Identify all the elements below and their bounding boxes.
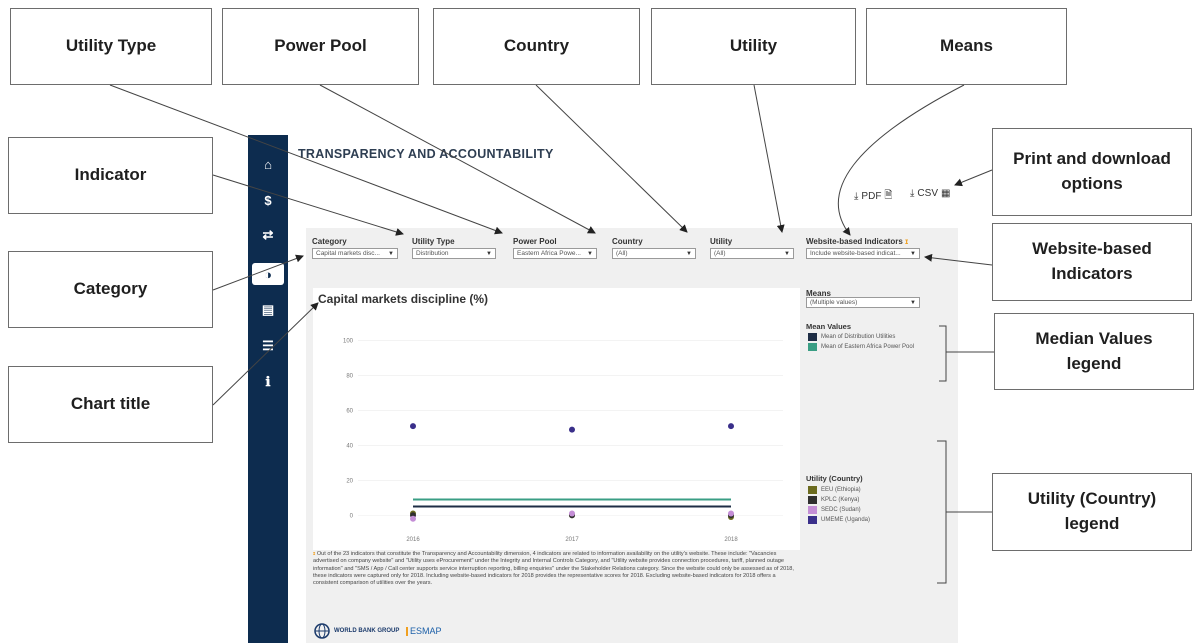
callout-utility-country-legend: Utility (Country) legend [992,473,1192,551]
pdf-download-button[interactable]: ⤓ PDF 🗎 [854,188,892,205]
info-marker-icon: ɪ [905,237,909,246]
chevron-down-icon: ▼ [388,250,394,257]
x-tick-label: 2018 [724,537,738,543]
sidebar: ⌂ $ ⇄ ◑ ▤ ☰ ℹ [248,135,288,643]
chevron-down-icon: ▼ [486,250,492,257]
legend-swatch [808,486,817,494]
y-tick-label: 20 [346,478,353,484]
download-icon: ⤓ [910,188,915,199]
chevron-down-icon: ▼ [910,299,916,306]
legend-item-eeu: EEU (Ethiopia) [808,486,861,494]
country-filter-label: Country [612,237,643,246]
document-icon[interactable]: ▤ [248,299,288,321]
data-point [569,510,575,517]
x-tick-label: 2017 [565,537,579,543]
data-point [728,423,734,430]
y-tick-label: 60 [346,408,353,414]
y-tick-label: 0 [350,513,354,519]
callout-chart-title: Chart title [8,366,213,443]
legend-swatch [808,333,817,341]
legend-item-sedc: SEDC (Sudan) [808,506,861,514]
y-tick-label: 80 [346,373,353,379]
data-point [728,510,734,517]
callout-utility: Utility [651,8,856,85]
chevron-down-icon: ▼ [587,250,593,257]
callout-print-download: Print and download options [992,128,1192,216]
world-bank-logo: WORLD BANK GROUP [314,623,399,639]
list-icon[interactable]: ☰ [248,335,288,357]
utility-country-legend-title: Utility (Country) [806,474,863,483]
legend-swatch [808,343,817,351]
callout-power-pool: Power Pool [222,8,419,85]
footnote: ɪ Out of the 23 indicators that constitu… [313,551,794,587]
country-select[interactable]: (All) ▼ [612,248,696,259]
dollar-icon[interactable]: $ [248,189,288,211]
means-select[interactable]: (Multiple values) ▼ [806,297,920,308]
utility-select[interactable]: (All) ▼ [710,248,794,259]
shuffle-icon[interactable]: ⇄ [248,224,288,246]
utility-type-select[interactable]: Distribution ▼ [412,248,496,259]
callout-category: Category [8,251,213,328]
table-icon: ▦ [940,188,951,199]
data-point [410,515,416,522]
globe-icon [314,623,330,639]
pdf-label: PDF [861,191,882,202]
mean-values-legend-title: Mean Values [806,322,852,331]
utility-filter-label: Utility [710,237,733,246]
download-icon: ⤓ [854,191,859,202]
data-point [410,423,416,430]
data-point [569,426,575,433]
home-icon[interactable]: ⌂ [248,153,288,175]
y-tick-label: 40 [346,443,353,449]
legend-swatch [808,496,817,504]
chart-plot: 0 20 40 60 80 100 2016 2017 2018 [343,338,783,543]
website-indicators-filter-label: Website-based Indicators ɪ [806,237,909,246]
callout-country: Country [433,8,640,85]
csv-label: CSV [917,188,938,199]
category-filter-label: Category [312,237,347,246]
pie-icon[interactable]: ◑ [252,263,284,285]
category-select[interactable]: Capital markets disc... ▼ [312,248,398,259]
legend-item-umeme: UMEME (Uganda) [808,516,870,524]
callout-means: Means [866,8,1067,85]
website-indicators-select[interactable]: Include website-based indicat... ▼ [806,248,920,259]
legend-item-mean-power-pool: Mean of Eastern Africa Power Pool [808,343,914,351]
page-title: TRANSPARENCY AND ACCOUNTABILITY [298,147,554,161]
chevron-down-icon: ▼ [784,250,790,257]
callout-utility-type: Utility Type [10,8,212,85]
chevron-down-icon: ▼ [910,250,916,257]
callout-website-indicators: Website-based Indicators [992,223,1192,301]
callout-median-values-legend: Median Values legend [994,313,1194,390]
legend-item-kplc: KPLC (Kenya) [808,496,859,504]
chevron-down-icon: ▼ [686,250,692,257]
y-tick-label: 100 [343,338,354,344]
info-icon[interactable]: ℹ [248,371,288,393]
power-pool-select[interactable]: Eastern Africa Powe... ▼ [513,248,597,259]
power-pool-filter-label: Power Pool [513,237,557,246]
utility-type-filter-label: Utility Type [412,237,455,246]
legend-swatch [808,506,817,514]
esmap-logo: ESMAP [406,626,442,637]
callout-indicator: Indicator [8,137,213,214]
x-tick-label: 2016 [406,537,420,543]
pdf-file-icon: 🗎 [884,190,893,201]
legend-item-mean-distribution: Mean of Distribution Utilities [808,333,895,341]
legend-swatch [808,516,817,524]
csv-download-button[interactable]: ⤓ CSV ▦ [910,188,950,199]
